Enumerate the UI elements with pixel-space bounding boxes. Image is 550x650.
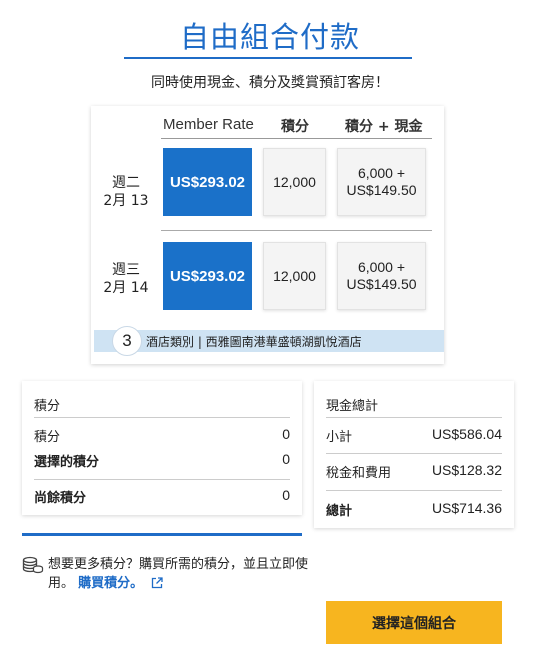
cash-part: US$149.50 — [346, 182, 417, 198]
subtotal-label: 小計 — [326, 430, 353, 445]
points-cash-cell[interactable]: 6,000 + US$149.50 — [337, 242, 426, 310]
column-header-points-cash: 積分 + 現金 — [345, 119, 423, 135]
hotel-category-bar: 3 酒店類別 | 西雅圖南港華盛頓湖凱悅酒店 — [94, 326, 444, 356]
rate-table-card: Member Rate 積分 積分 + 現金 週二 2月 13 US$293.0… — [91, 106, 444, 364]
buy-points-link[interactable]: 購買積分。 — [78, 576, 143, 591]
tax-row: 稅金和費用 US$128.32 — [326, 462, 502, 481]
page-title: 自由組合付款 — [179, 20, 360, 54]
buy-points-message: 想要更多積分？購買所需的積分，並且立即使用。 購買積分。 — [48, 555, 308, 593]
tax-label: 稅金和費用 — [326, 466, 392, 481]
section-divider — [22, 533, 302, 536]
divider — [34, 479, 290, 480]
cash-panel-title: 現金總計 — [326, 399, 379, 414]
subtotal-value: US$586.04 — [431, 426, 502, 442]
night-date-1: 週二 2月 13 — [99, 174, 153, 210]
night-weekday: 週三 — [112, 262, 140, 278]
selected-points-row: 選擇的積分 0 — [34, 451, 290, 470]
member-rate-cell-selected[interactable]: US$293.02 — [163, 148, 252, 216]
subtotal-row: 小計 US$586.04 — [326, 426, 502, 445]
total-value: US$714.36 — [431, 500, 502, 516]
night-date: 2月 13 — [103, 193, 149, 209]
points-value: 0 — [282, 426, 290, 442]
select-combination-button[interactable]: 選擇這個組合 — [326, 601, 502, 644]
points-part: 6,000 + — [357, 165, 406, 181]
hotel-category-badge: 3 — [112, 326, 142, 356]
title-underline — [124, 57, 412, 59]
column-header-points: 積分 — [281, 119, 309, 135]
points-cash-cell[interactable]: 6,000 + US$149.50 — [337, 148, 426, 216]
total-row: 總計 US$714.36 — [326, 500, 502, 519]
divider — [326, 490, 502, 491]
divider — [326, 453, 502, 454]
points-cell[interactable]: 12,000 — [263, 242, 326, 310]
cash-summary-panel: 現金總計 小計 US$586.04 稅金和費用 US$128.32 總計 US$… — [314, 381, 514, 528]
column-header-member-rate: Member Rate — [163, 116, 254, 133]
points-cell[interactable]: 12,000 — [263, 148, 326, 216]
remaining-points-value: 0 — [282, 487, 290, 503]
divider — [326, 417, 502, 418]
points-part: 6,000 + — [357, 259, 406, 275]
points-panel-title: 積分 — [34, 399, 61, 414]
external-link-icon[interactable] — [151, 577, 163, 589]
tax-value: US$128.32 — [431, 462, 502, 478]
selected-points-value: 0 — [282, 451, 290, 467]
row-divider — [161, 230, 432, 231]
points-summary-panel: 積分 積分 0 選擇的積分 0 尚餘積分 0 — [22, 381, 302, 515]
cash-part: US$149.50 — [346, 276, 417, 292]
total-label: 總計 — [326, 504, 353, 519]
remaining-points-label: 尚餘積分 — [34, 491, 87, 506]
remaining-points-row: 尚餘積分 0 — [34, 487, 290, 506]
hotel-info: 酒店類別 | 西雅圖南港華盛頓湖凱悅酒店 — [146, 335, 362, 349]
points-label: 積分 — [34, 430, 61, 445]
coins-icon — [22, 556, 44, 574]
night-date: 2月 14 — [103, 280, 149, 296]
member-rate-cell-selected[interactable]: US$293.02 — [163, 242, 252, 310]
header-divider — [161, 138, 432, 139]
divider — [34, 417, 290, 418]
night-weekday: 週二 — [112, 175, 140, 191]
night-date-2: 週三 2月 14 — [99, 261, 153, 297]
page-subtitle: 同時使用現金、積分及獎賞預訂客房！ — [151, 75, 389, 91]
selected-points-label: 選擇的積分 — [34, 455, 100, 470]
points-row: 積分 0 — [34, 426, 290, 445]
